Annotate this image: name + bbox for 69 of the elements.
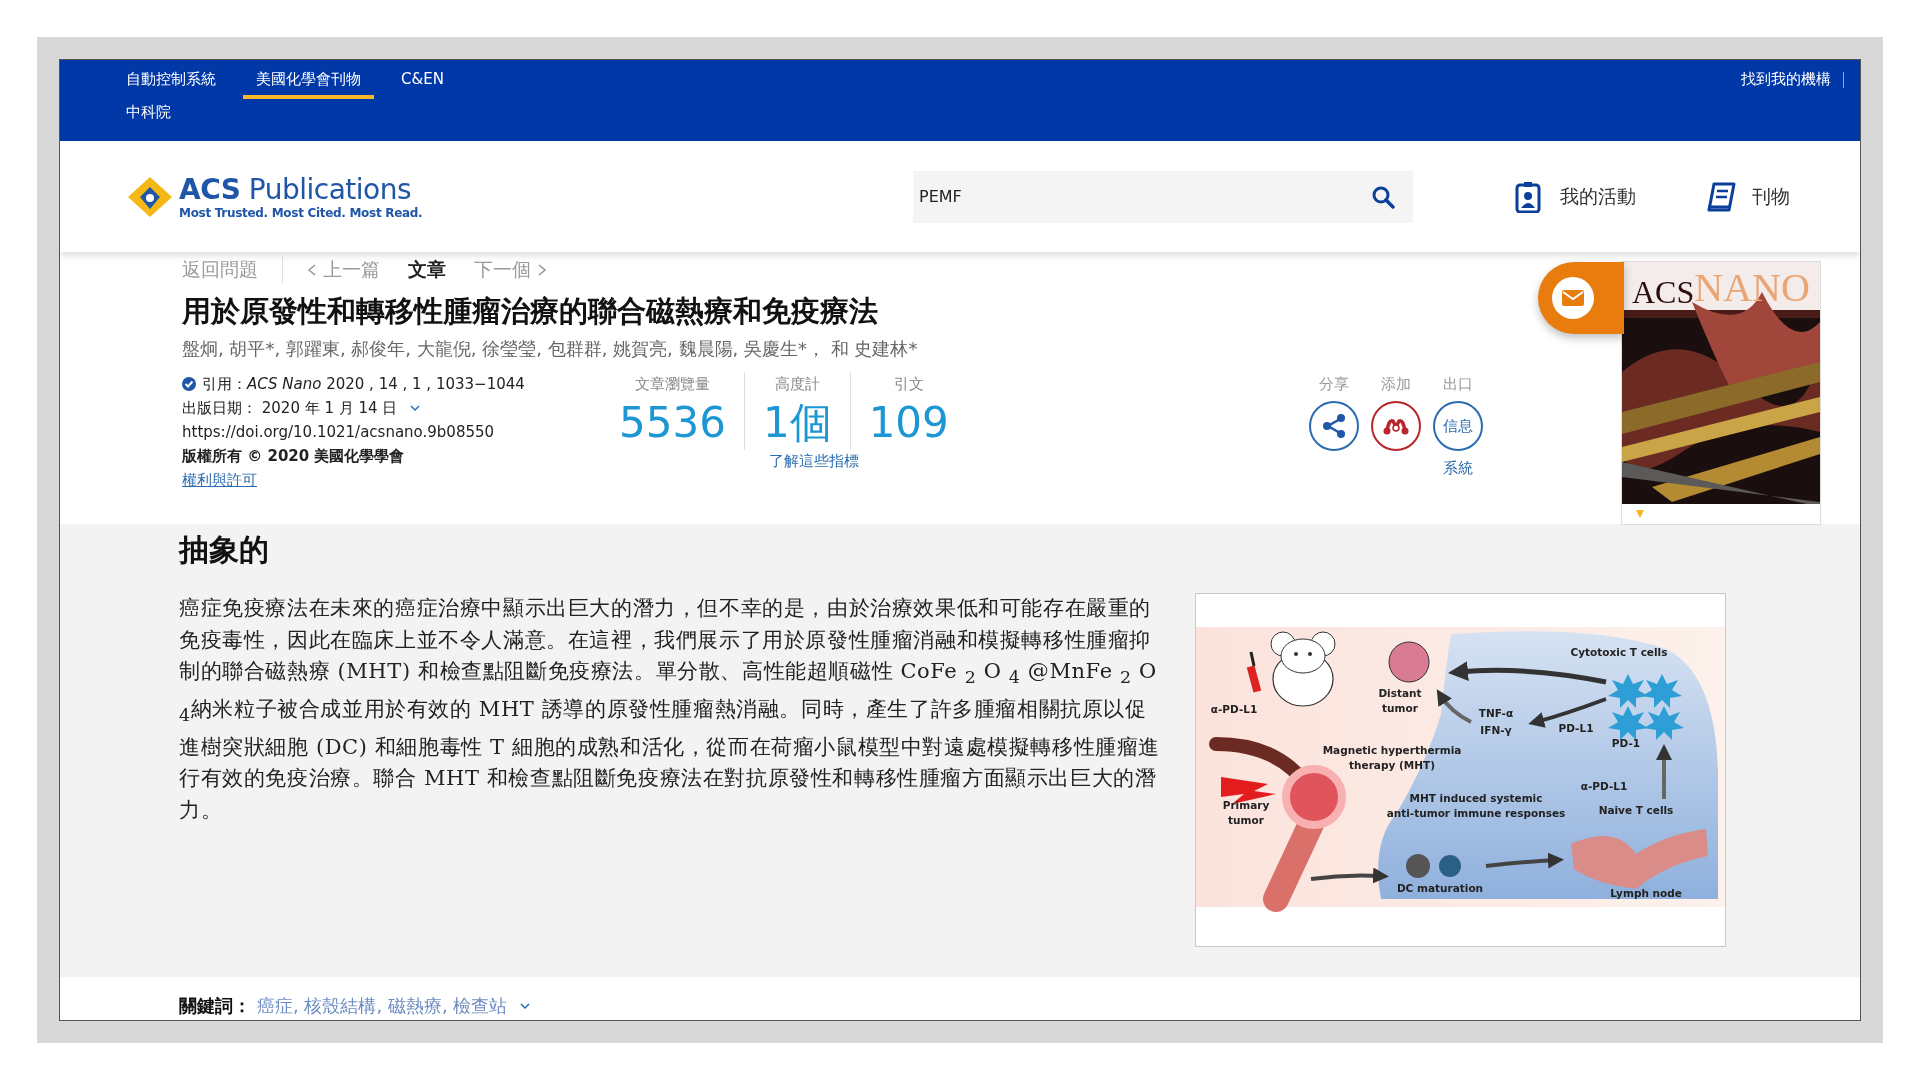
figure-label: Magnetic hyperthermia therapy (MHT) (1322, 744, 1462, 771)
envelope-icon (1552, 277, 1594, 319)
logo-icon (127, 174, 173, 219)
primary-tumor-drawing (1282, 765, 1346, 829)
article-nav-link[interactable]: 文章 (408, 257, 446, 283)
metric-label: 引文 (893, 374, 924, 395)
section-heading: 抽象的 (179, 531, 270, 569)
permissions-link[interactable]: 權利與許可 (182, 468, 257, 492)
action-label: 分享 (1319, 374, 1349, 395)
author-list: 盤炯, 胡平*, 郭躍東, 郝俊年, 大龍倪, 徐瑩瑩, 包群群, 姚賀亮, 魏晨陽, 吳慶生*， 和 史建林* (182, 336, 1621, 362)
action-label: 添加 (1381, 374, 1411, 395)
header-link[interactable]: 我的活動 (1560, 183, 1636, 210)
publication-date: 出版日期： 2020 年 1 月 14 日 (182, 398, 398, 419)
abstract-paragraph: 癌症免疫療法在未來的癌症治療中顯示出巨大的潛力，但不幸的是，由於治療效果低和可能存在嚴重的免疫毒性，因此在臨床上並不令人滿意。在這裡，我們展示了用於原發性腫瘤消融和模擬轉移性腫瘤抑制的聯合磁熱療 (MHT) 和檢查點阻斷免疫療法。單分散、高性能超順磁性 CoFe $_{2}$ O $_{4}$ @MnFe $_{2}$ O $_{4}$納米粒子被合成並用於有效的 MHT 誘導的原發性腫瘤熱消融。同時，產生了許多腫瘤相關抗原以促進樹突狀細胞 (DC) 和細胞毒性 T 細胞的成熟和活化，從而在荷瘤小鼠模型中對遠處模擬轉移性腫瘤進行有效的免疫治療。聯合 MHT 和檢查點阻斷免疫療法在對抗原發性和轉移性腫瘤方面顯示出巨大的潛力。 (179, 595, 1161, 824)
figure-label: Lymph node (1610, 887, 1682, 899)
figure-label: DC maturation (1396, 882, 1484, 894)
figure-label: Naive T cells (1598, 804, 1674, 816)
email-alert-button[interactable] (1538, 262, 1624, 334)
top-nav-link[interactable]: 自動控制系統 (113, 66, 229, 99)
metric-label: 高度計 (774, 374, 820, 395)
export-format-link[interactable]: 系統 (1443, 459, 1473, 478)
person-badge-icon[interactable] (1514, 180, 1544, 213)
export-button[interactable]: 信息 (1433, 401, 1483, 451)
top-nav-link[interactable]: C&EN (388, 66, 457, 98)
figure-label: α-PD-L1 (1580, 780, 1628, 792)
figure-label: Distant tumor (1378, 687, 1422, 714)
dendritic-cell-drawing (1406, 854, 1461, 878)
article-title: 用於原發性和轉移性腫瘤治療的聯合磁熱療和免疫療法 (182, 293, 878, 330)
doi-link[interactable]: https://doi.org/10.1021/acsnano.9b08550 (182, 420, 495, 444)
chevron-down-icon[interactable] (519, 1000, 532, 1011)
header-link[interactable]: 刊物 (1752, 183, 1790, 210)
syringe-icon (1246, 651, 1262, 693)
copyright-text: 版權所有 © 2020 美國化學學會 (182, 446, 405, 467)
citation-text: 引用：ACS Nano 2020 , 14 , 1 , 1033−1044 (202, 374, 525, 395)
top-nav-link[interactable]: 美國化學會刊物 (243, 66, 374, 99)
chevron-right-icon (537, 263, 547, 277)
chevron-down-icon[interactable] (409, 403, 422, 413)
logo-tagline: Most Trusted. Most Cited. Most Read. (179, 205, 423, 220)
metric-value: 1個 (762, 397, 832, 449)
action-label: 出口 (1443, 374, 1473, 395)
search-icon[interactable] (1371, 184, 1395, 209)
chevron-left-icon (307, 263, 317, 277)
keyword-links[interactable]: 癌症, 核殼結構, 磁熱療, 檢查站 (257, 993, 508, 1018)
arrow (1656, 744, 1672, 799)
metrics-info-link[interactable]: 了解這些指標 (768, 452, 859, 471)
metric-value: 5536 (619, 397, 726, 449)
keywords-label: 關鍵詞： (179, 993, 251, 1018)
distant-tumor-drawing (1388, 641, 1430, 683)
arrow (1436, 689, 1472, 724)
institution-name[interactable]: 中科院 (126, 103, 171, 121)
share-button[interactable] (1309, 401, 1359, 451)
figure-label: TNF-α (1478, 707, 1514, 719)
institution-link[interactable]: 找到我的機構 (1741, 70, 1831, 89)
figure-label: IFN-γ (1480, 724, 1512, 736)
metric-label: 文章瀏覽量 (634, 374, 710, 395)
share-icon (1320, 413, 1348, 439)
search-field[interactable]: PEMF (913, 170, 1413, 223)
check-circle-icon (182, 377, 196, 391)
journal-cover-title: ACSNANO (1632, 268, 1810, 308)
figure-label: MHT induced systemic anti-tumor immune responses (1386, 792, 1566, 819)
figure-label: PD-L1 (1558, 722, 1594, 734)
figure-label: α-PD-L1 (1210, 703, 1258, 715)
book-icon[interactable] (1706, 180, 1736, 213)
add-to-library-button[interactable] (1371, 401, 1421, 451)
figure-label: Cytotoxic T cells (1570, 646, 1668, 658)
figure-label: Primary tumor (1222, 799, 1270, 826)
metric-value: 109 (868, 397, 949, 449)
logo-wordmark[interactable]: ACS Publications (179, 173, 423, 206)
figure-label: PD-1 (1611, 737, 1641, 749)
